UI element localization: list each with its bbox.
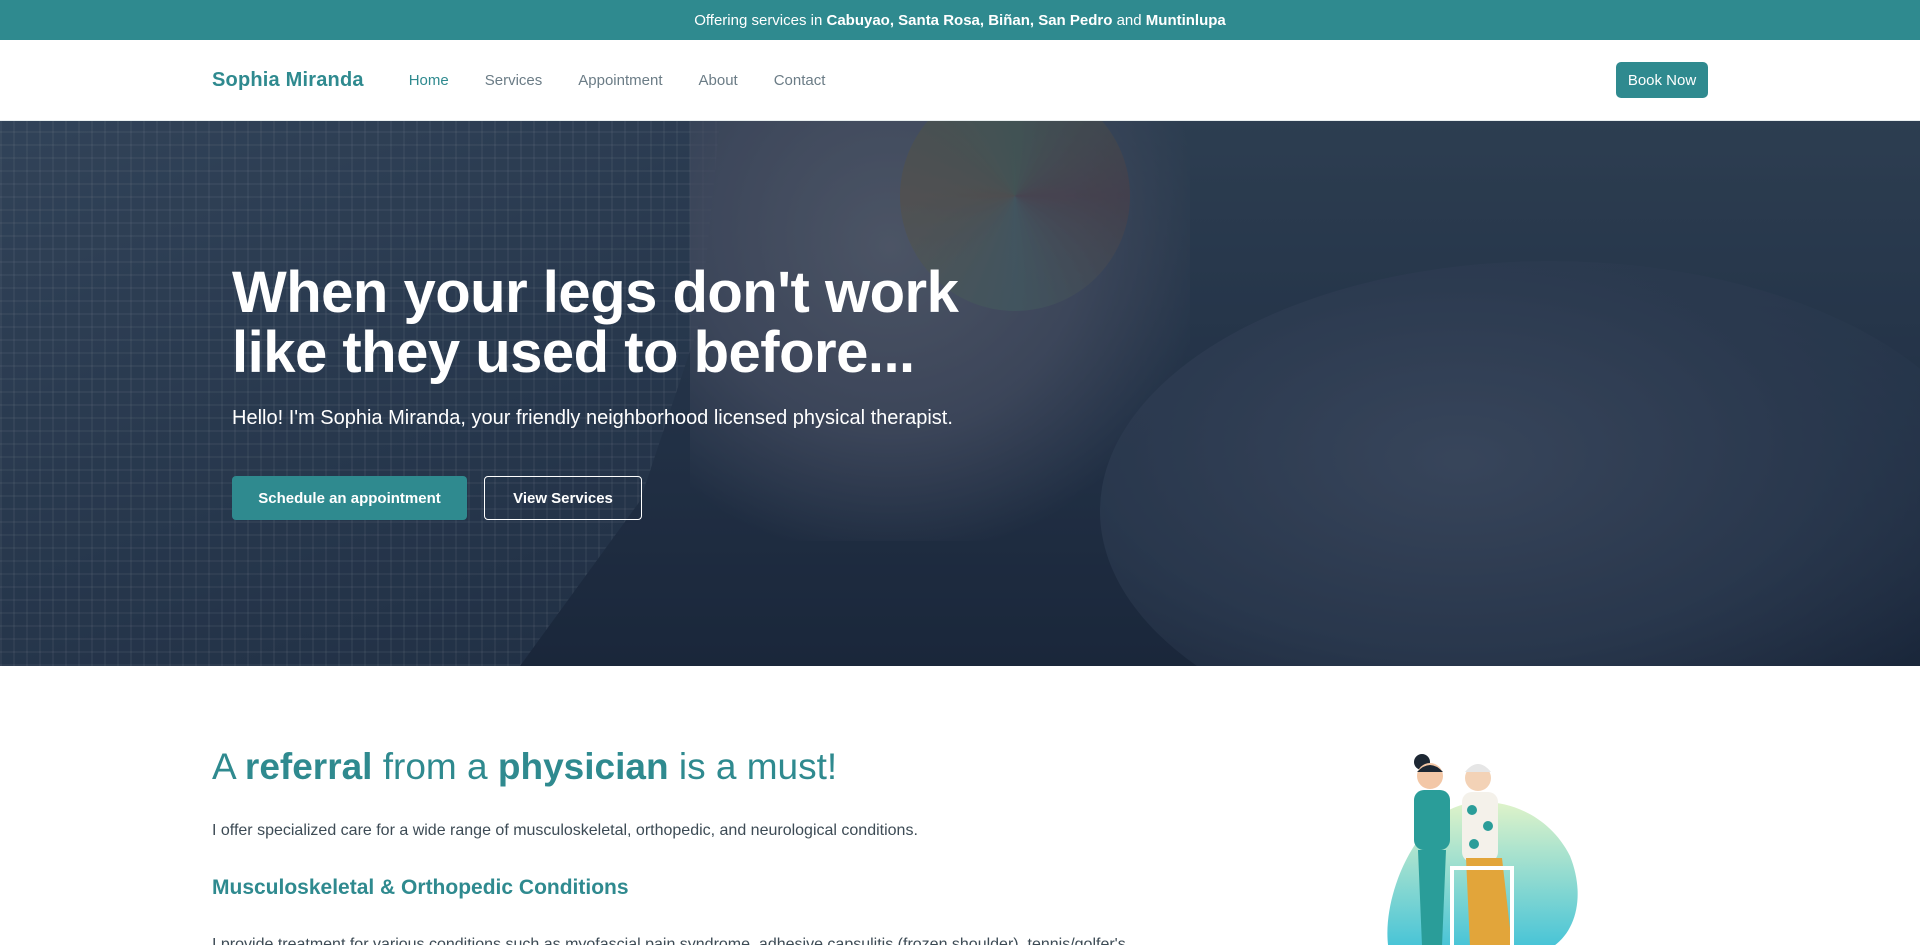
- heading-part: from a: [372, 746, 498, 787]
- navbar: Sophia Miranda Home Services Appointment…: [0, 40, 1920, 121]
- musculoskeletal-detail: I provide treatment for various conditio…: [212, 936, 1126, 945]
- announcement-prefix: Offering services in: [694, 11, 823, 29]
- announcement-cities: Cabuyao, Santa Rosa, Biñan, San Pedro: [826, 11, 1113, 29]
- heading-part: A: [212, 746, 245, 787]
- main-menu: Home Services Appointment About Contact: [409, 72, 826, 89]
- schedule-appointment-button[interactable]: Schedule an appointment: [232, 476, 467, 520]
- hero-subtitle: Hello! I'm Sophia Miranda, your friendly…: [232, 407, 953, 429]
- referral-section: A referral from a physician is a must! I…: [0, 666, 1920, 945]
- announcement-last-city: Muntinlupa: [1145, 11, 1226, 29]
- heading-part: is a must!: [668, 746, 838, 787]
- heading-emphasis-physician: physician: [497, 746, 669, 787]
- referral-text: A referral from a physician is a must! I…: [212, 746, 1212, 945]
- nav-about[interactable]: About: [699, 72, 738, 89]
- referral-heading: A referral from a physician is a must!: [212, 746, 1212, 788]
- services-intro: I offer specialized care for a wide rang…: [212, 822, 918, 839]
- heading-emphasis-referral: referral: [244, 746, 373, 787]
- therapist-illustration: [1387, 754, 1578, 945]
- nav-home[interactable]: Home: [409, 72, 449, 89]
- announcement-bar: Offering services in Cabuyao, Santa Rosa…: [0, 0, 1920, 40]
- brand-logo[interactable]: Sophia Miranda: [212, 69, 364, 92]
- hero-title-line1: When your legs don't work: [232, 260, 959, 325]
- hero-buttons: Schedule an appointment View Services: [232, 476, 1052, 520]
- book-now-button[interactable]: Book Now: [1616, 62, 1708, 98]
- view-services-button[interactable]: View Services: [484, 476, 642, 520]
- hero-content: When your legs don't work like they used…: [232, 263, 1052, 520]
- hero-title-line2: like they used to before...: [232, 320, 915, 385]
- nav-services[interactable]: Services: [485, 72, 543, 89]
- nav-contact[interactable]: Contact: [774, 72, 826, 89]
- hero-title: When your legs don't work like they used…: [232, 263, 1052, 383]
- musculoskeletal-heading: Musculoskeletal & Orthopedic Conditions: [212, 876, 629, 899]
- hero-banner: When your legs don't work like they used…: [0, 121, 1920, 666]
- nav-appointment[interactable]: Appointment: [578, 72, 662, 89]
- announcement-conj: and: [1112, 11, 1146, 29]
